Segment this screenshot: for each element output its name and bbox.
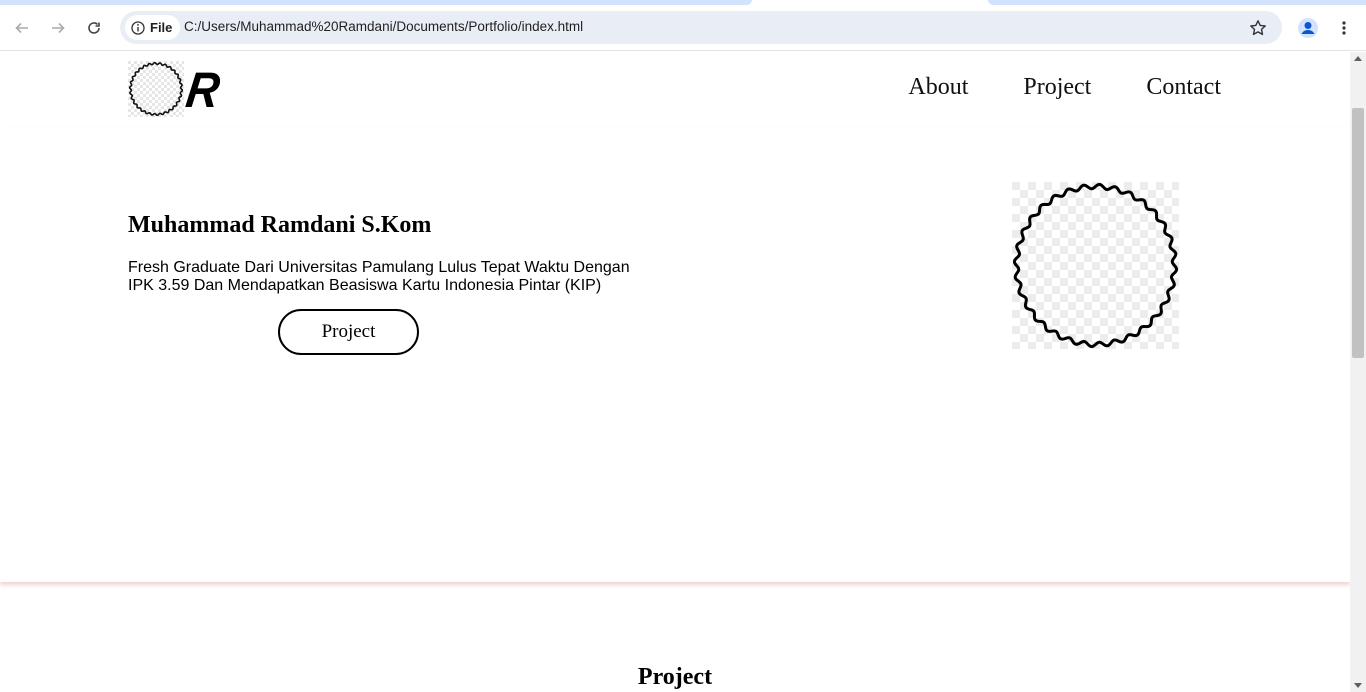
star-icon	[1250, 20, 1266, 36]
site-info-label: File	[150, 20, 173, 35]
page-viewport: R About Project Contact Muhammad Ramdani…	[0, 52, 1350, 692]
hero-section: Muhammad Ramdani S.Kom Fresh Graduate Da…	[0, 127, 1350, 582]
project-button[interactable]: Project	[278, 309, 419, 355]
page-scrollbar[interactable]	[1350, 52, 1366, 692]
logo-image[interactable]	[128, 61, 184, 117]
kebab-menu-icon	[1342, 21, 1346, 35]
project-section-title: Project	[637, 664, 713, 690]
site-info-chip[interactable]: File	[125, 15, 181, 40]
nav-links: About Project Contact	[908, 74, 1221, 101]
arrow-right-icon	[52, 22, 65, 34]
url-text[interactable]: C:/Users/Muhammad%20Ramdani/Documents/Po…	[184, 19, 583, 34]
bookmark-button[interactable]	[1246, 16, 1270, 40]
nav-link-about[interactable]: About	[908, 74, 968, 101]
profile-image	[1012, 182, 1179, 349]
menu-button[interactable]	[1330, 14, 1358, 42]
scroll-up-arrow[interactable]	[1354, 56, 1362, 61]
profile-button[interactable]	[1294, 14, 1322, 42]
info-icon	[131, 20, 145, 35]
forward-button[interactable]	[44, 14, 72, 42]
reload-button[interactable]	[80, 14, 108, 42]
browser-toolbar: File C:/Users/Muhammad%20Ramdani/Documen…	[0, 5, 1366, 51]
scrollbar-thumb[interactable]	[1352, 108, 1364, 358]
address-bar[interactable]: File C:/Users/Muhammad%20Ramdani/Documen…	[120, 11, 1282, 44]
nav-link-project[interactable]: Project	[1023, 74, 1091, 101]
profile-icon	[1298, 18, 1318, 38]
back-button[interactable]	[8, 14, 36, 42]
arrow-left-icon	[15, 22, 28, 34]
nav-link-contact[interactable]: Contact	[1146, 74, 1221, 101]
hero-title: Muhammad Ramdani S.Kom	[128, 212, 432, 238]
scroll-down-arrow[interactable]	[1354, 683, 1362, 688]
logo-letter[interactable]: R	[183, 62, 223, 118]
hero-description: Fresh Graduate Dari Universitas Pamulang…	[128, 259, 630, 294]
reload-icon	[88, 22, 100, 34]
site-navbar: R About Project Contact	[0, 52, 1350, 127]
